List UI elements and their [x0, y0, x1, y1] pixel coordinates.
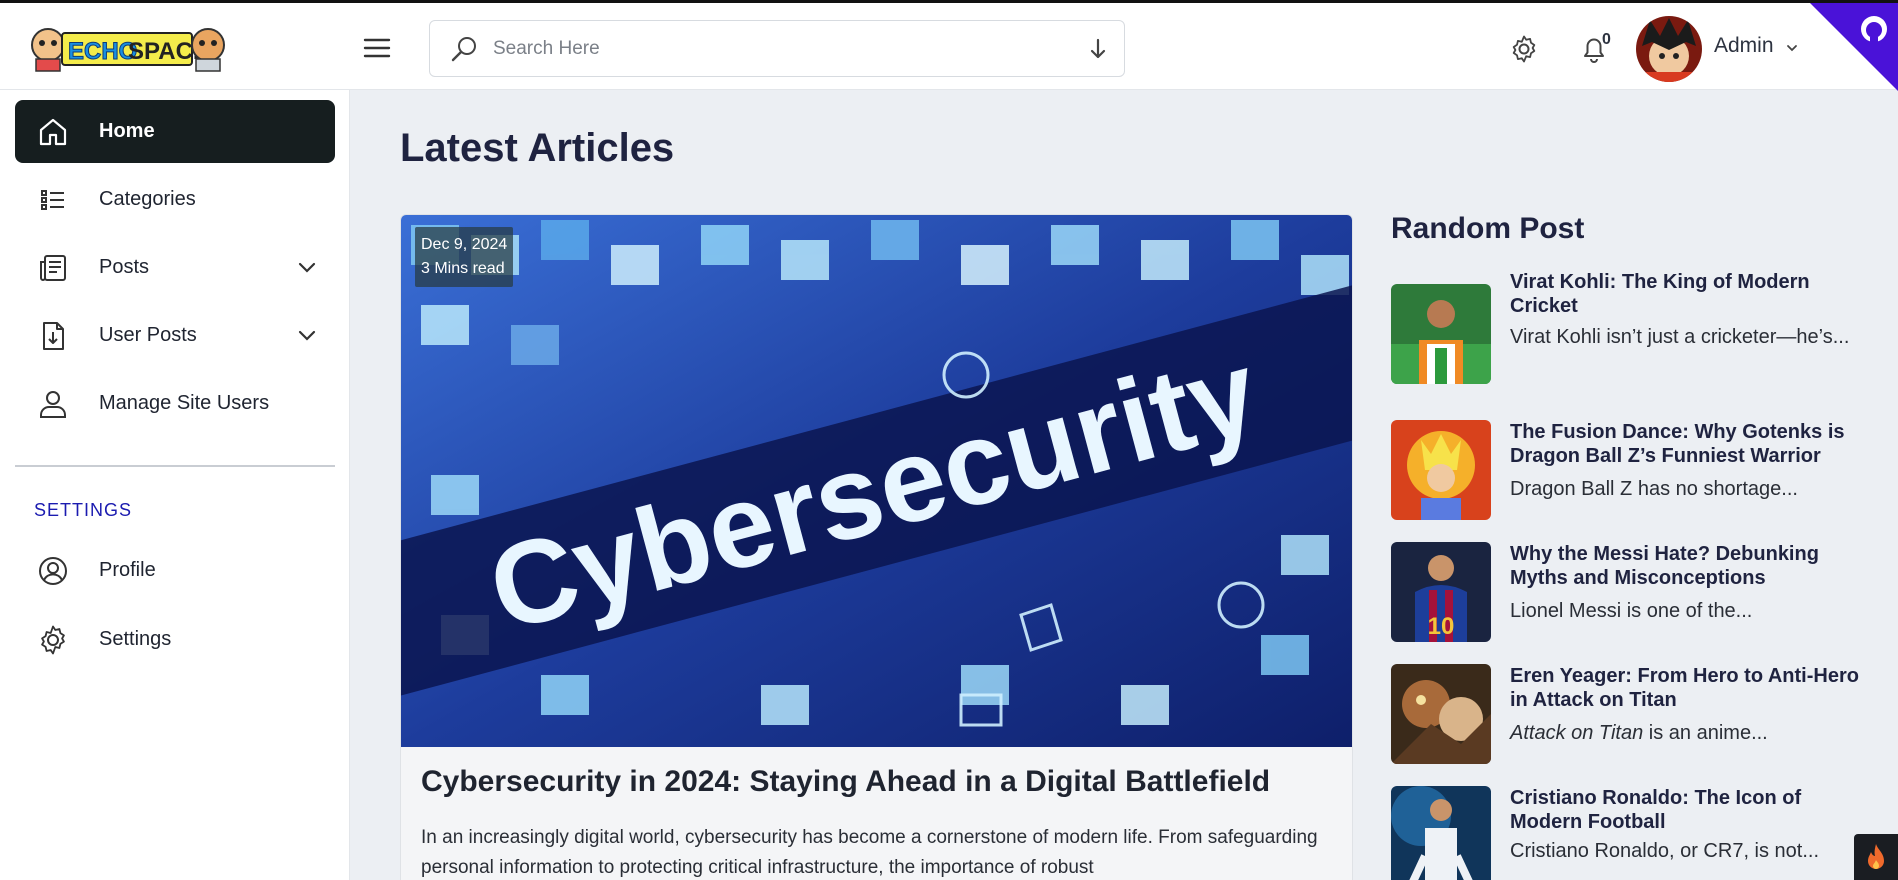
sidebar-item-user-posts[interactable]: User Posts: [15, 304, 335, 367]
post-title[interactable]: Why the Messi Hate? Debunking Myths and …: [1510, 542, 1870, 590]
chevron-down-icon[interactable]: [1785, 41, 1799, 55]
home-icon: [37, 116, 69, 148]
search-bar: [429, 20, 1125, 77]
post-thumbnail[interactable]: [1391, 786, 1491, 880]
random-post-item[interactable]: 10 Why the Messi Hate? Debunking Myths a…: [1391, 542, 1871, 646]
post-title[interactable]: Virat Kohli: The King of Modern Cricket: [1510, 270, 1870, 318]
random-post-item[interactable]: Eren Yeager: From Hero to Anti-Hero in A…: [1391, 664, 1871, 768]
post-excerpt-rest: is an anime...: [1643, 722, 1768, 744]
post-thumbnail[interactable]: [1391, 420, 1491, 520]
hamburger-menu-icon[interactable]: [362, 33, 392, 63]
random-post-item[interactable]: Cristiano Ronaldo: The Icon of Modern Fo…: [1391, 786, 1871, 880]
post-title[interactable]: The Fusion Dance: Why Gotenks is Dragon …: [1510, 420, 1870, 468]
random-post-heading: Random Post: [1391, 212, 1585, 245]
sidebar-divider: [15, 465, 335, 467]
sidebar-item-label: User Posts: [99, 324, 197, 346]
sidebar: Home Categories Posts User Posts Manage …: [0, 90, 350, 880]
user-circle-icon: [37, 555, 69, 587]
post-thumbnail[interactable]: 10: [1391, 542, 1491, 642]
featured-article-image[interactable]: Cybersecurity: [401, 215, 1352, 747]
fire-icon[interactable]: [1854, 834, 1898, 880]
list-icon: [37, 184, 69, 216]
random-post-item[interactable]: The Fusion Dance: Why Gotenks is Dragon …: [1391, 420, 1871, 524]
sidebar-item-label: Profile: [99, 559, 156, 581]
post-excerpt: Virat Kohli isn’t just a cricketer—he’s.…: [1510, 326, 1850, 348]
post-excerpt-italic: Attack on Titan: [1510, 722, 1644, 744]
sidebar-item-home[interactable]: Home: [15, 100, 335, 163]
sidebar-item-label: Posts: [99, 256, 150, 278]
random-post-item[interactable]: Virat Kohli: The King of Modern Cricket …: [1391, 270, 1871, 384]
post-thumbnail[interactable]: [1391, 664, 1491, 764]
post-excerpt: Dragon Ball Z has no shortage...: [1510, 478, 1798, 500]
file-download-icon: [37, 320, 69, 352]
document-icon: [37, 252, 69, 284]
post-excerpt: Cristiano Ronaldo, or CR7, is not...: [1510, 840, 1820, 862]
search-input[interactable]: [493, 33, 1053, 65]
arrow-down-icon[interactable]: [1086, 37, 1110, 61]
search-icon[interactable]: [450, 35, 478, 63]
notification-count-badge: 0: [1602, 31, 1611, 48]
sidebar-item-categories[interactable]: Categories: [15, 168, 335, 231]
svg-text:ECHO: ECHO: [68, 38, 137, 65]
settings-gear-icon[interactable]: [1509, 34, 1539, 64]
sidebar-item-label: Settings: [99, 628, 172, 650]
post-title[interactable]: Cristiano Ronaldo: The Icon of Modern Fo…: [1510, 786, 1870, 834]
article-meta-box: Dec 9, 2024 3 Mins read: [415, 227, 514, 287]
settings-section-heading: SETTINGS: [34, 500, 133, 520]
svg-text:10: 10: [1428, 613, 1455, 640]
sidebar-item-settings[interactable]: Settings: [15, 608, 335, 671]
sidebar-item-profile[interactable]: Profile: [15, 539, 335, 602]
featured-article-excerpt: In an increasingly digital world, cybers…: [421, 827, 1318, 878]
article-date: Dec 9, 2024: [421, 236, 508, 253]
gear-icon: [37, 624, 69, 656]
post-excerpt: Lionel Messi is one of the...: [1510, 600, 1753, 622]
echospace-logo[interactable]: ECHO SPACE: [28, 19, 230, 75]
chevron-down-icon[interactable]: [297, 260, 317, 274]
top-header: ECHO SPACE 0 Admin: [0, 0, 1898, 91]
sidebar-item-manage-site-users[interactable]: Manage Site Users: [15, 372, 335, 435]
article-read-time: 3 Mins read: [421, 260, 505, 277]
sidebar-item-label: Manage Site Users: [99, 392, 270, 414]
page-title: Latest Articles: [400, 126, 675, 170]
user-avatar[interactable]: [1636, 16, 1702, 82]
sidebar-item-label: Categories: [99, 188, 196, 210]
user-icon: [37, 388, 69, 420]
chevron-down-icon[interactable]: [297, 328, 317, 342]
post-thumbnail[interactable]: [1391, 284, 1491, 384]
sidebar-item-label: Home: [99, 120, 155, 142]
featured-article-card[interactable]: Cybersecurity Dec 9, 2024 3 Mins read Cy…: [400, 214, 1353, 880]
post-title[interactable]: Eren Yeager: From Hero to Anti-Hero in A…: [1510, 664, 1870, 712]
sidebar-item-posts[interactable]: Posts: [15, 236, 335, 299]
user-name-menu[interactable]: Admin: [1714, 34, 1774, 58]
github-corner-icon[interactable]: [1810, 3, 1898, 91]
featured-article-title[interactable]: Cybersecurity in 2024: Staying Ahead in …: [421, 765, 1341, 799]
post-excerpt: Attack on Titan is an anime...: [1510, 718, 1870, 748]
